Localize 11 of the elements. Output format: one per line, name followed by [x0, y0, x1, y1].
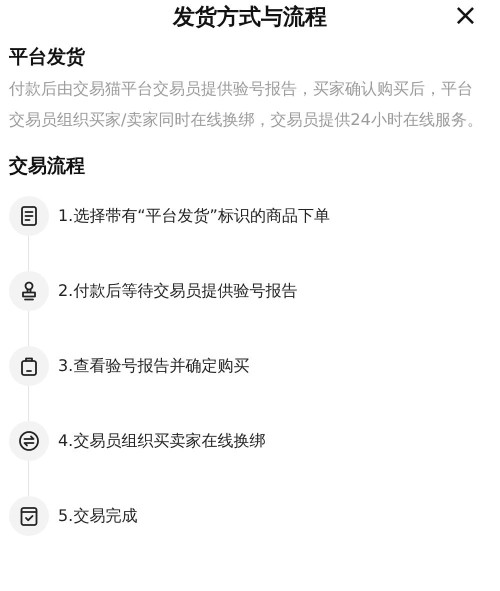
section-heading: 交易流程 [9, 154, 86, 179]
step-label: 3.查看验号报告并确定购买 [58, 355, 250, 377]
exchange-icon [17, 429, 41, 453]
step-label: 2.付款后等待交易员提供验号报告 [58, 280, 298, 302]
step-label: 4.交易员组织买卖家在线换绑 [58, 430, 266, 452]
close-button[interactable]: × [452, 0, 478, 32]
description-text: 付款后由交易猫平台交易员提供验号报告，买家确认购买后，平台交易员组织买家/卖家同时在线换绑，交易员提供24小时在线服务。 [9, 78, 484, 131]
step-label: 1.选择带有“平台发货”标识的商品下单 [58, 205, 330, 227]
step-label: 5.交易完成 [58, 505, 138, 527]
dialog-title: 发货方式与流程 [173, 4, 327, 32]
section-heading: 平台发货 [9, 45, 86, 70]
